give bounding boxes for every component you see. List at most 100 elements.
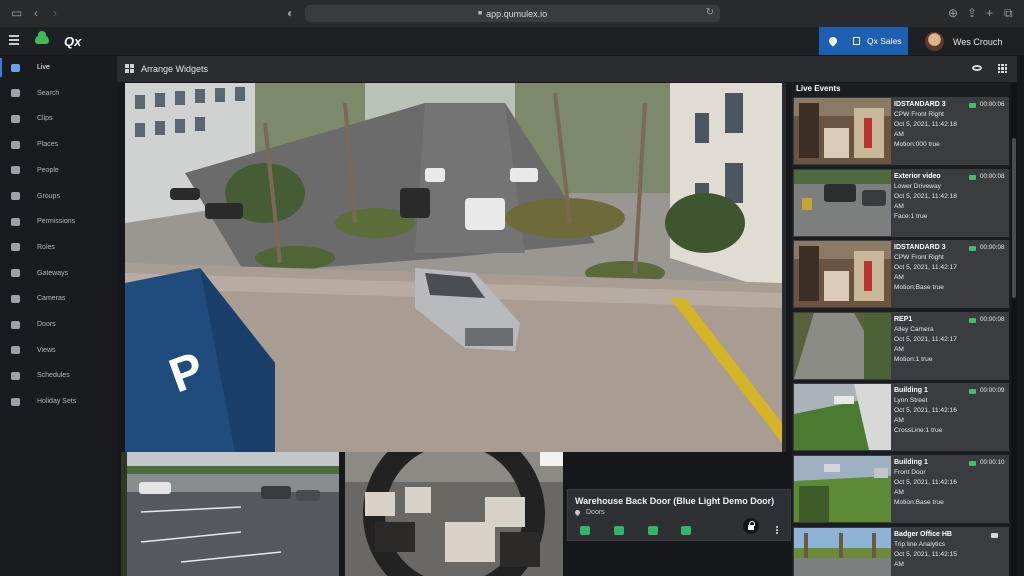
address-bar[interactable]: ■ app.qumulex.io ↻ <box>305 5 720 22</box>
event-thumbnail[interactable] <box>794 169 891 236</box>
video-camera-icon[interactable] <box>969 246 976 252</box>
sidebar-item-doors[interactable]: Doors <box>0 312 117 337</box>
door-momentary-unlock-icon[interactable] <box>580 526 590 535</box>
event-card[interactable]: Badger Office HB Trip line Analytics Oct 5… <box>793 526 1009 576</box>
event-thumbnail[interactable] <box>794 241 891 308</box>
lock-icon: ■ <box>477 10 483 17</box>
back-icon[interactable]: ‹ <box>34 6 38 20</box>
sidebar-item-label: Roles <box>37 243 55 251</box>
live-events-scrollbar[interactable] <box>1011 83 1017 576</box>
camera-icon <box>11 294 20 303</box>
main-camera-feed[interactable]: P <box>125 83 782 452</box>
event-card[interactable]: Exterior video Lower Driveway Oct 5, 2021,… <box>793 168 1009 237</box>
sidebar-item-search[interactable]: Search <box>0 81 117 106</box>
camera-tile-parking[interactable] <box>121 452 339 576</box>
layout-grid-icon[interactable] <box>998 64 1007 73</box>
live-events-title: Live Events <box>796 84 841 93</box>
arrange-widgets-button[interactable]: Arrange Widgets <box>141 64 208 74</box>
user-name[interactable]: Wes Crouch <box>953 37 1002 47</box>
forward-icon[interactable]: › <box>53 6 57 20</box>
event-timestamp: Oct 5, 2021, 11:42:16 <box>894 407 957 415</box>
sidebar-item-people[interactable]: People <box>0 158 117 183</box>
shield-icon[interactable]: ◐ <box>287 6 294 20</box>
door-access-icon[interactable] <box>681 526 691 535</box>
sidebar-item-label: Gateways <box>37 269 69 277</box>
sidebar-item-holiday-sets[interactable]: Holiday Sets <box>0 389 117 414</box>
location-button[interactable] <box>819 27 846 55</box>
video-camera-icon[interactable] <box>969 317 976 323</box>
sidebar-toggle-icon[interactable]: ▭ <box>11 6 22 20</box>
door-open-icon[interactable] <box>648 526 658 535</box>
sidebar-item-schedules[interactable]: Schedules <box>0 363 117 388</box>
door-lock-icon[interactable] <box>614 526 624 535</box>
event-card[interactable]: Building 1 Front Door Oct 5, 2021, 11:42:1… <box>793 455 1009 523</box>
browser-toolbar: ▭ ‹ › ◐ ■ app.qumulex.io ↻ ⊕ ⇪ + ⧉ <box>0 0 1024 27</box>
sidebar-item-cameras[interactable]: Cameras <box>0 286 117 311</box>
event-detail: Motion:000 true <box>894 141 940 148</box>
event-card[interactable]: REP1 Alley Camera Oct 5, 2021, 11:42:17 AM M… <box>793 311 1009 380</box>
event-timestamp: Oct 5, 2021, 11:42:17 <box>894 335 957 343</box>
event-title: Badger Office HB <box>894 530 952 538</box>
event-card[interactable]: Building 1 Lynn Street Oct 5, 2021, 11:42:… <box>793 383 1009 452</box>
video-camera-icon[interactable] <box>969 103 976 108</box>
sidebar-item-live[interactable]: Live <box>0 55 117 80</box>
site-selector-label: Qx Sales <box>867 36 902 46</box>
map-pin-icon <box>573 508 582 517</box>
key-icon <box>11 217 20 226</box>
more-options-icon[interactable] <box>776 526 778 534</box>
sidebar-item-roles[interactable]: Roles <box>0 235 117 260</box>
event-thumbnail[interactable] <box>794 312 891 379</box>
share-icon[interactable]: ⇪ <box>967 6 977 20</box>
reload-icon[interactable]: ↻ <box>706 7 714 18</box>
download-icon[interactable]: ⊕ <box>948 6 958 20</box>
sidebar-item-permissions[interactable]: Permissions <box>0 209 117 234</box>
sidebar-item-groups[interactable]: Groups <box>0 184 117 209</box>
building-icon <box>853 37 860 45</box>
tabs-overview-icon[interactable]: ⧉ <box>1004 6 1013 21</box>
sidebar-item-label: Search <box>37 89 60 97</box>
video-camera-icon[interactable] <box>991 532 998 538</box>
sidebar-item-views[interactable]: Views <box>0 338 117 363</box>
sidebar-item-label: Live <box>37 64 50 71</box>
event-ampm: AM <box>894 417 904 425</box>
main-feed-scrollbar[interactable] <box>782 83 786 452</box>
event-ampm: AM <box>894 560 904 568</box>
sidebar-item-label: Permissions <box>37 218 76 226</box>
event-camera: Trip line Analytics <box>894 540 946 548</box>
door-subtitle: Doors <box>573 508 605 517</box>
lock-button[interactable] <box>743 518 759 534</box>
cloud-logo-icon <box>35 31 49 44</box>
event-card[interactable]: IDSTANDARD 3 CPW Front Right Oct 5, 2021, … <box>793 97 1009 165</box>
video-camera-icon[interactable] <box>969 461 976 466</box>
event-thumbnail[interactable] <box>794 527 891 576</box>
event-thumbnail[interactable] <box>794 456 891 522</box>
event-thumbnail[interactable] <box>794 98 891 164</box>
event-duration: 00:00:09 <box>980 387 1005 395</box>
event-card[interactable]: IDSTANDARD 3 CPW Front Right Oct 5, 2021, … <box>793 240 1009 309</box>
camera-tile-warehouse[interactable] <box>345 452 563 576</box>
menu-icon[interactable] <box>9 35 19 45</box>
sidebar-item-clips[interactable]: Clips <box>0 106 117 131</box>
event-timestamp: Oct 5, 2021, 11:42:18 <box>894 192 957 200</box>
event-duration: 00:00:08 <box>980 172 1005 180</box>
event-camera: Lynn Street <box>894 397 928 405</box>
door-widget[interactable]: Warehouse Back Door (Blue Light Demo Doo… <box>567 489 791 541</box>
site-selector-button[interactable]: Qx Sales <box>846 27 908 55</box>
sidebar-item-gateways[interactable]: Gateways <box>0 261 117 286</box>
event-timestamp: Oct 5, 2021, 11:42:15 <box>894 550 957 558</box>
gateway-icon <box>11 269 20 278</box>
sidebar-item-places[interactable]: Places <box>0 132 117 157</box>
view-toggle-icon[interactable] <box>972 65 982 71</box>
event-thumbnail[interactable] <box>794 384 891 451</box>
sidebar-item-label: Groups <box>37 192 60 200</box>
avatar[interactable] <box>925 32 944 51</box>
door-category: Doors <box>586 509 605 516</box>
event-camera: Front Door <box>894 469 926 476</box>
event-ampm: AM <box>894 131 904 138</box>
video-camera-icon[interactable] <box>969 389 976 395</box>
video-camera-icon[interactable] <box>969 174 976 180</box>
event-title: IDSTANDARD 3 <box>894 101 946 108</box>
new-tab-icon[interactable]: + <box>986 6 993 20</box>
holiday-icon <box>11 397 20 406</box>
event-camera: CPW Front Right <box>894 254 944 262</box>
